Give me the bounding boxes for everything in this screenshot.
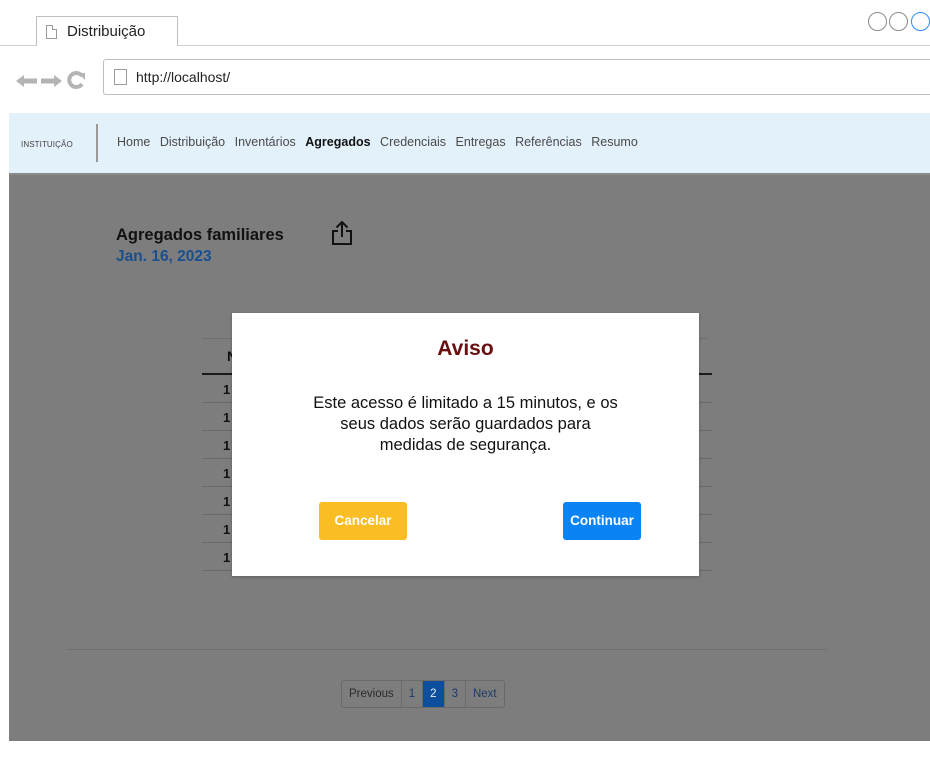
table-cell: 1 — [223, 466, 231, 481]
url-text: http://localhost/ — [136, 69, 231, 85]
browser-tab[interactable]: Distribuição — [36, 16, 178, 46]
pagination-previous[interactable]: Previous — [342, 681, 401, 707]
page-separator — [67, 649, 827, 650]
page-date: Jan. 16, 2023 — [116, 248, 212, 265]
modal-message-line: Este acesso é limitado a 15 minutos, e o… — [313, 394, 618, 412]
window-control-icon[interactable] — [868, 12, 887, 31]
modal-title: Aviso — [437, 337, 494, 360]
brand-divider — [96, 124, 98, 162]
tab-title: Distribuição — [67, 23, 146, 40]
share-icon[interactable] — [331, 220, 353, 246]
table-cell: 1 — [223, 410, 231, 425]
back-arrow-icon[interactable] — [16, 75, 38, 87]
cancel-button[interactable]: Cancelar — [319, 502, 407, 540]
app-navbar: INSTITUIÇÃO Home Distribuição Inventário… — [9, 113, 930, 175]
nav-link-resumo[interactable]: Resumo — [591, 135, 638, 149]
warning-modal: Aviso Este acesso é limitado a 15 minuto… — [232, 313, 699, 576]
nav-link-home[interactable]: Home — [117, 135, 150, 149]
nav-link-agregados[interactable]: Agregados — [305, 135, 370, 149]
table-cell: 1 — [223, 550, 231, 565]
url-input[interactable]: http://localhost/ — [103, 59, 930, 95]
window-controls — [868, 12, 930, 34]
pagination: Previous 1 2 3 Next — [341, 680, 505, 708]
table-cell: 1 — [223, 494, 231, 509]
reload-icon[interactable] — [66, 70, 86, 90]
pagination-page-3[interactable]: 3 — [443, 681, 465, 707]
nav-link-distribuicao[interactable]: Distribuição — [160, 135, 225, 149]
browser-tabbar: Distribuição — [0, 0, 930, 46]
brand-label[interactable]: INSTITUIÇÃO — [21, 140, 73, 149]
nav-link-entregas[interactable]: Entregas — [456, 135, 506, 149]
page-icon — [46, 25, 57, 39]
pagination-page-2[interactable]: 2 — [422, 681, 444, 707]
table-cell: 1 — [223, 438, 231, 453]
address-bar: http://localhost/ — [0, 59, 930, 99]
window-control-icon[interactable] — [889, 12, 909, 31]
continue-button[interactable]: Continuar — [563, 502, 641, 540]
table-cell: 1 — [223, 382, 231, 397]
pagination-page-1[interactable]: 1 — [400, 681, 422, 707]
forward-arrow-icon[interactable] — [40, 75, 62, 87]
window-control-icon[interactable] — [910, 12, 930, 31]
modal-message-line: medidas de segurança. — [379, 436, 552, 454]
nav-link-inventarios[interactable]: Inventários — [235, 135, 296, 149]
nav-link-referencias[interactable]: Referências — [515, 135, 582, 149]
nav-links: Home Distribuição Inventários Agregados … — [117, 135, 644, 149]
modal-message-line: seus dados serão guardados para — [340, 415, 591, 433]
modal-message: Este acesso é limitado a 15 minutos, e o… — [272, 393, 659, 456]
table-cell: 1 — [223, 522, 231, 537]
pagination-next[interactable]: Next — [464, 681, 504, 707]
page-title: Agregados familiares — [116, 226, 284, 244]
page-icon — [114, 69, 127, 85]
nav-link-credenciais[interactable]: Credenciais — [380, 135, 446, 149]
